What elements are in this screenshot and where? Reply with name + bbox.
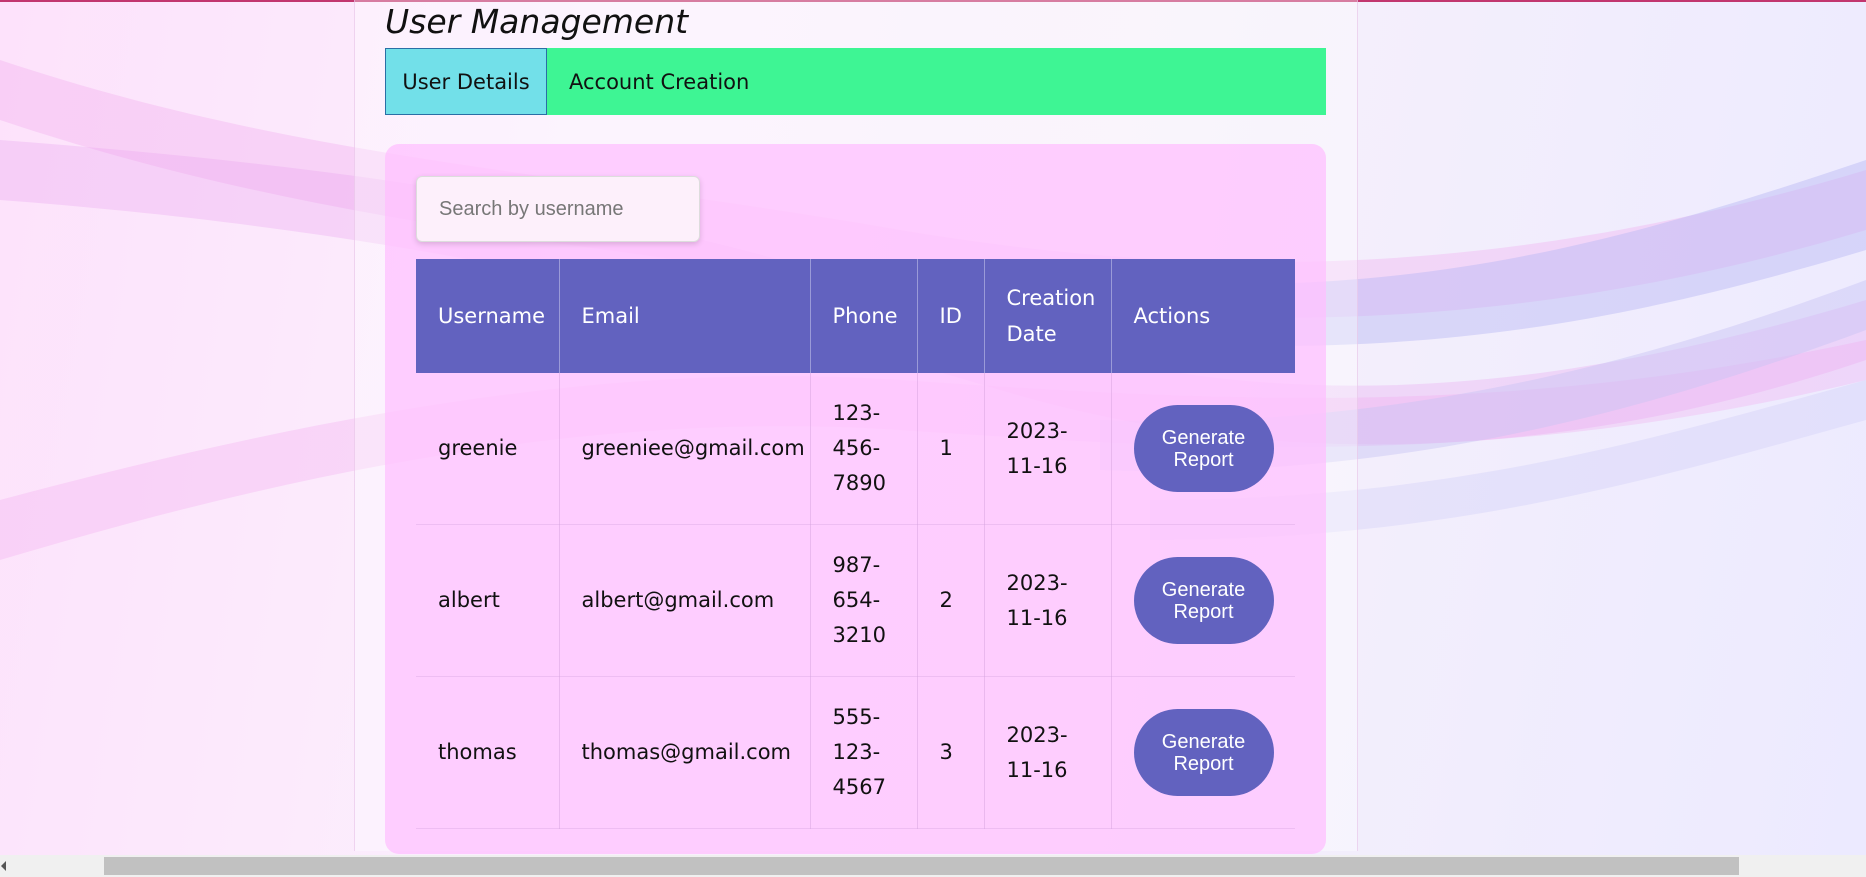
cell-phone: 987-654-3210	[810, 524, 918, 677]
cell-username: greenie	[416, 373, 560, 525]
column-header-phone[interactable]: Phone	[810, 259, 918, 373]
scroll-left-arrow-icon[interactable]	[1, 861, 6, 871]
generate-report-button[interactable]: Generate Report	[1133, 557, 1274, 644]
cell-actions: Generate Report	[1111, 524, 1295, 677]
cell-email: greeniee@gmail.com	[559, 373, 811, 525]
search-input[interactable]	[416, 176, 700, 242]
table-row: albert albert@gmail.com 987-654-3210 2 2…	[416, 524, 1295, 677]
cell-creation-date: 2023-11-16	[984, 373, 1112, 525]
cell-username: thomas	[416, 676, 560, 829]
column-header-actions: Actions	[1111, 259, 1295, 373]
table-row: greenie greeniee@gmail.com 123-456-7890 …	[416, 373, 1295, 525]
tab-account-creation[interactable]: Account Creation	[547, 48, 771, 115]
cell-actions: Generate Report	[1111, 676, 1295, 829]
cell-phone: 555-123-4567	[810, 676, 918, 829]
page-title: User Management	[385, 2, 689, 41]
generate-report-button[interactable]: Generate Report	[1133, 405, 1274, 492]
column-header-creation-date[interactable]: Creation Date	[984, 259, 1112, 373]
column-header-id[interactable]: ID	[917, 259, 985, 373]
cell-id: 2	[917, 524, 985, 677]
cell-email: albert@gmail.com	[559, 524, 811, 677]
table-row: thomas thomas@gmail.com 555-123-4567 3 2…	[416, 676, 1295, 829]
users-table: Username Email Phone ID Creation Date Ac…	[416, 259, 1295, 829]
tab-user-details[interactable]: User Details	[385, 48, 547, 115]
cell-email: thomas@gmail.com	[559, 676, 811, 829]
cell-id: 3	[917, 676, 985, 829]
cell-username: albert	[416, 524, 560, 677]
cell-id: 1	[917, 373, 985, 525]
scrollbar-thumb[interactable]	[104, 857, 1739, 875]
cell-creation-date: 2023-11-16	[984, 524, 1112, 677]
generate-report-button[interactable]: Generate Report	[1133, 709, 1274, 796]
column-header-email[interactable]: Email	[559, 259, 811, 373]
tab-bar: User Details Account Creation	[385, 48, 1326, 115]
cell-phone: 123-456-7890	[810, 373, 918, 525]
horizontal-scrollbar[interactable]	[0, 855, 1866, 877]
column-header-username[interactable]: Username	[416, 259, 560, 373]
cell-actions: Generate Report	[1111, 373, 1295, 525]
table-header-row: Username Email Phone ID Creation Date Ac…	[416, 259, 1295, 373]
cell-creation-date: 2023-11-16	[984, 676, 1112, 829]
